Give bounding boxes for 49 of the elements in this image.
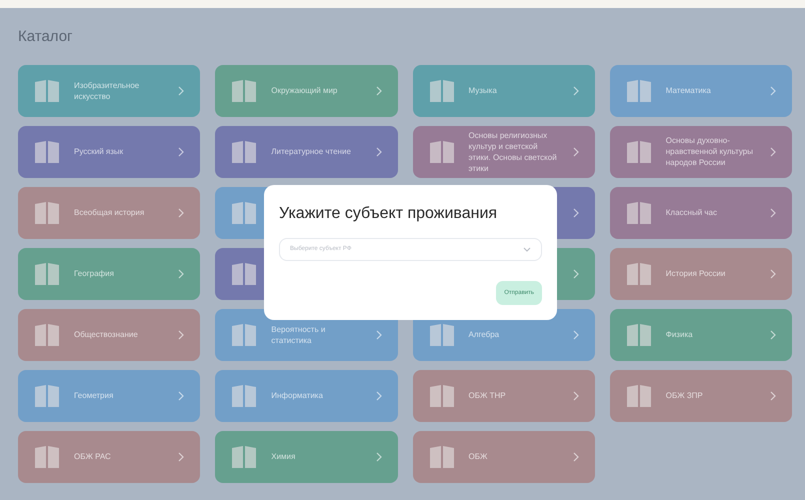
chevron-icon: [178, 146, 184, 156]
subject-card[interactable]: Русский язык: [18, 126, 200, 178]
subject-card[interactable]: География: [18, 248, 200, 300]
subject-card[interactable]: ОБЖ: [412, 430, 595, 482]
chevron-icon: [572, 146, 579, 156]
subject-card[interactable]: Физика: [610, 308, 792, 360]
chevron-icon: [770, 208, 776, 218]
chevron-icon: [770, 390, 776, 400]
subject-card[interactable]: Обществознание: [18, 308, 200, 360]
subject-card[interactable]: Изобразительное искусство: [18, 64, 200, 116]
subject-card[interactable]: Музыка: [412, 64, 595, 116]
chevron-icon: [376, 146, 382, 156]
chevron-icon: [572, 86, 579, 96]
chevron-icon: [572, 452, 579, 462]
chevron-icon: [178, 268, 184, 278]
subject-card[interactable]: Основы религиозных культур и светской этики. Основы светской этики: [412, 126, 595, 178]
subject-card[interactable]: Математика: [610, 64, 792, 116]
subject-card[interactable]: Информатика: [215, 370, 398, 422]
chevron-icon: [178, 208, 184, 218]
catalog-title: Каталог: [18, 27, 74, 47]
subject-card[interactable]: Всеобщая история: [18, 186, 200, 238]
chevron-icon: [178, 86, 184, 96]
subject-card[interactable]: ОБЖ РАС: [18, 430, 200, 482]
chevron-down-icon: [523, 247, 531, 252]
chevron-icon: [376, 452, 382, 462]
subject-card[interactable]: ОБЖ ЗПР: [610, 370, 792, 422]
subject-card[interactable]: Окружающий мир: [215, 64, 398, 116]
chevron-icon: [178, 452, 184, 462]
chevron-icon: [376, 330, 382, 340]
subject-card[interactable]: Химия: [215, 430, 398, 482]
chevron-icon: [572, 390, 579, 400]
chevron-icon: [770, 146, 776, 156]
chevron-icon: [376, 390, 382, 400]
chevron-icon: [178, 330, 184, 340]
chevron-icon: [178, 390, 184, 400]
subject-card[interactable]: Литературное чтение: [215, 126, 398, 178]
chevron-icon: [572, 268, 579, 278]
subject-card[interactable]: Классный час: [610, 186, 792, 238]
subject-card[interactable]: ОБЖ ТНР: [412, 370, 595, 422]
chevron-icon: [770, 86, 776, 96]
chevron-icon: [572, 330, 579, 340]
subject-card[interactable]: Геометрия: [18, 370, 200, 422]
chevron-icon: [376, 86, 382, 96]
subject-card[interactable]: Основы духовно-нравственной культуры народов России: [610, 126, 792, 178]
chevron-icon: [770, 268, 776, 278]
subject-card[interactable]: История России: [610, 248, 792, 300]
dialog-title: Укажите субъект проживания: [279, 204, 498, 224]
chevron-icon: [770, 330, 776, 340]
chevron-icon: [572, 208, 579, 218]
